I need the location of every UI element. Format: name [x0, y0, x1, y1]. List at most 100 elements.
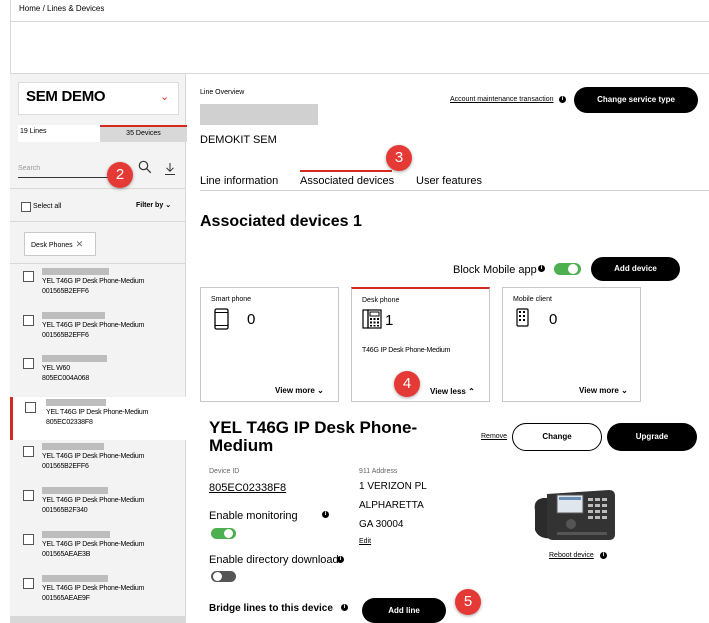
address-line: ALPHARETTA: [359, 500, 424, 511]
device-model: YEL W60: [42, 365, 70, 372]
filter-by-label: Filter by: [136, 202, 164, 209]
list-item[interactable]: YEL T46G IP Desk Phone-Medium 001565B2F3…: [10, 485, 186, 528]
device-mac: 805EC02338F8: [46, 419, 93, 426]
chevron-down-icon: ⌄: [165, 202, 172, 209]
info-icon[interactable]: i: [322, 511, 329, 518]
toggle-knob: [213, 572, 222, 581]
view-more-link[interactable]: View more ⌄: [275, 386, 324, 395]
view-more-label: View more: [275, 386, 315, 395]
device-model: YEL T46G IP Desk Phone-Medium: [42, 278, 145, 285]
redacted-name: [42, 443, 104, 450]
search-icon[interactable]: [138, 160, 152, 174]
search-input[interactable]: [18, 160, 110, 178]
reboot-device-link[interactable]: Reboot device: [549, 552, 594, 559]
device-checkbox[interactable]: [25, 402, 36, 413]
change-service-type-button[interactable]: Change service type: [574, 87, 698, 113]
redacted-name: [42, 575, 108, 582]
chevron-down-icon[interactable]: ⌄: [160, 90, 169, 103]
device-checkbox[interactable]: [23, 490, 34, 501]
device-id-label: Device ID: [209, 468, 240, 475]
remove-link[interactable]: Remove: [481, 433, 507, 440]
divider: [10, 263, 186, 264]
list-item[interactable]: YEL T46G IP Desk Phone-Medium 001565AEAE…: [10, 529, 186, 572]
device-checkbox[interactable]: [23, 446, 34, 457]
info-icon[interactable]: i: [341, 604, 348, 611]
filter-chip[interactable]: Desk Phones ✕: [24, 232, 96, 256]
view-more-label: View more: [579, 386, 619, 395]
tab-user-features[interactable]: User features: [416, 175, 482, 187]
device-checkbox[interactable]: [23, 315, 34, 326]
info-icon[interactable]: i: [337, 556, 344, 563]
download-icon[interactable]: [164, 162, 176, 176]
smartphone-card: Smart phone 0 View more ⌄: [200, 287, 339, 402]
section-title: Associated devices 1: [200, 213, 362, 230]
enable-directory-label: Enable directory download: [209, 554, 339, 566]
mobile-client-card: Mobile client 0 View more ⌄: [502, 287, 641, 402]
device-title: YEL T46G IP Desk Phone-Medium: [209, 418, 418, 455]
device-checkbox[interactable]: [23, 578, 34, 589]
filter-by-dropdown[interactable]: Filter by ⌄: [136, 201, 171, 209]
chevron-down-icon: ⌄: [621, 386, 628, 395]
step-badge-3: 3: [386, 145, 412, 171]
info-icon[interactable]: i: [538, 265, 545, 272]
device-mac: 001565B2EFF6: [42, 463, 89, 470]
list-item[interactable]: YEL W60 805EC004A068: [10, 353, 186, 396]
list-item[interactable]: YEL T46G IP Desk Phone-Medium 001565B2EF…: [10, 266, 186, 309]
breadcrumb[interactable]: Home / Lines & Devices: [10, 0, 709, 22]
divider: [10, 221, 186, 222]
tab-lines[interactable]: 19 Lines: [18, 125, 100, 142]
info-icon[interactable]: i: [600, 552, 607, 559]
desk-phone-image: [534, 490, 615, 540]
device-model: YEL T46G IP Desk Phone-Medium: [42, 541, 145, 548]
enable-monitoring-label: Enable monitoring: [209, 510, 298, 522]
device-model: YEL T46G IP Desk Phone-Medium: [42, 453, 145, 460]
device-mac: 001565B2F340: [42, 507, 88, 514]
device-checkbox[interactable]: [23, 358, 34, 369]
smartphone-icon: [214, 308, 229, 330]
mobile-client-icon: [516, 308, 529, 327]
address-line: GA 30004: [359, 519, 404, 530]
line-overview-label: Line Overview: [200, 89, 245, 96]
address-label: 911 Address: [359, 468, 398, 475]
device-mac: 001565AEAE9F: [42, 595, 90, 602]
tab-line-information[interactable]: Line information: [200, 175, 278, 187]
list-item-selected[interactable]: YEL T46G IP Desk Phone-Medium 805EC02338…: [10, 397, 186, 440]
edit-address-link[interactable]: Edit: [359, 538, 371, 545]
divider: [10, 188, 186, 189]
chevron-down-icon: ⌄: [317, 386, 324, 395]
bridge-lines-label: Bridge lines to this device: [209, 603, 333, 614]
scrollbar[interactable]: [10, 616, 186, 623]
active-tab-indicator: [300, 170, 392, 172]
list-item[interactable]: YEL T46G IP Desk Phone-Medium 001565AEAE…: [10, 573, 186, 616]
redacted-name: [42, 312, 105, 319]
add-device-button[interactable]: Add device: [591, 257, 680, 281]
tab-devices[interactable]: 35 Devices: [100, 125, 187, 142]
view-less-link[interactable]: View less ⌃: [430, 387, 475, 396]
device-mac: 805EC004A068: [42, 375, 90, 382]
select-all-checkbox[interactable]: [21, 202, 31, 212]
redacted-line-number: [200, 104, 318, 125]
list-item[interactable]: YEL T46G IP Desk Phone-Medium 001565B2EF…: [10, 310, 186, 353]
change-button[interactable]: Change: [512, 423, 602, 451]
toggle-knob: [568, 264, 578, 274]
device-model: YEL T46G IP Desk Phone-Medium: [42, 497, 145, 504]
device-checkbox[interactable]: [23, 271, 34, 282]
card-type: Desk phone: [362, 297, 400, 304]
upgrade-button[interactable]: Upgrade: [607, 423, 697, 451]
block-mobile-label: Block Mobile app: [453, 264, 537, 276]
device-model: YEL T46G IP Desk Phone-Medium: [42, 585, 145, 592]
close-icon[interactable]: ✕: [76, 239, 84, 249]
view-more-link[interactable]: View more ⌄: [579, 386, 628, 395]
info-icon[interactable]: i: [559, 96, 566, 103]
device-id-value[interactable]: 805EC02338F8: [209, 482, 286, 494]
add-line-button[interactable]: Add line: [362, 598, 446, 623]
card-type: Mobile client: [513, 296, 552, 303]
device-checkbox[interactable]: [23, 534, 34, 545]
tab-associated-devices[interactable]: Associated devices: [300, 175, 394, 187]
account-maintenance-link[interactable]: Account maintenance transaction: [450, 96, 554, 103]
top-header-bar: [10, 22, 709, 74]
list-item[interactable]: YEL T46G IP Desk Phone-Medium 001565B2EF…: [10, 441, 186, 484]
desk-phone-card: Desk phone 1 T46G IP Desk Phone-Medium V…: [351, 287, 490, 402]
card-count: 1: [385, 312, 394, 329]
toggle-knob: [224, 529, 233, 538]
